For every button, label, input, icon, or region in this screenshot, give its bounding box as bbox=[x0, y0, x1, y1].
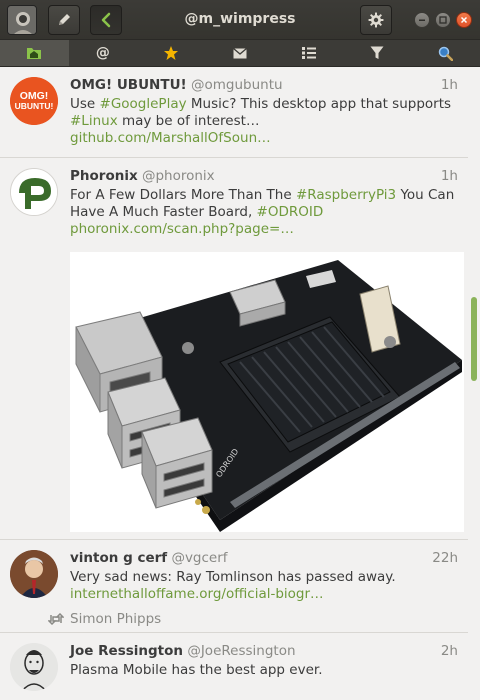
svg-text:UBUNTU!: UBUNTU! bbox=[15, 101, 54, 111]
tweet-time: 1h bbox=[440, 168, 458, 184]
tweet-text-segment: Music? This desktop app that supports bbox=[186, 96, 452, 112]
tab-favorites[interactable] bbox=[137, 40, 206, 66]
timeline-scrollbar[interactable] bbox=[468, 67, 480, 700]
author-name[interactable]: Phoronix bbox=[70, 168, 138, 184]
maximize-button[interactable] bbox=[435, 12, 451, 28]
pencil-icon bbox=[59, 14, 70, 25]
tweet-time: 22h bbox=[432, 550, 458, 566]
back-button[interactable] bbox=[90, 5, 122, 35]
minimize-button[interactable] bbox=[414, 12, 430, 28]
title-bar: @m_wimpress bbox=[0, 0, 480, 40]
author-name[interactable]: Joe Ressington bbox=[70, 643, 183, 659]
list-icon bbox=[301, 47, 316, 59]
mentions-icon: @ bbox=[95, 45, 110, 61]
star-icon bbox=[164, 46, 179, 60]
minimize-icon bbox=[419, 19, 425, 21]
author-handle[interactable]: @vgcerf bbox=[171, 550, 227, 566]
search-icon bbox=[439, 46, 454, 61]
tab-search[interactable] bbox=[411, 40, 480, 66]
hashtag-link[interactable]: #ODROID bbox=[257, 204, 324, 220]
tweet-text: Use #GooglePlay Music? This desktop app … bbox=[70, 96, 456, 147]
tweet-item[interactable]: OMG! UBUNTU! OMG! UBUNTU! @omgubuntu 1h … bbox=[0, 67, 468, 158]
tweet-text-segment: Use bbox=[70, 96, 100, 112]
envelope-icon bbox=[233, 47, 247, 58]
hashtag-link[interactable]: #RaspberryPi3 bbox=[296, 187, 396, 203]
tab-bar: @ bbox=[0, 40, 480, 67]
author-name[interactable]: vinton g cerf bbox=[70, 550, 167, 566]
tweet-item[interactable]: Joe Ressington @JoeRessington 2h Plasma … bbox=[0, 633, 468, 700]
settings-button[interactable] bbox=[360, 5, 392, 35]
hashtag-link[interactable]: #GooglePlay bbox=[100, 96, 187, 112]
tweet-time: 1h bbox=[440, 77, 458, 93]
close-icon bbox=[460, 16, 468, 24]
retweeted-by: Simon Phipps bbox=[70, 611, 162, 627]
tweet-text: Very sad news: Ray Tomlinson has passed … bbox=[70, 569, 456, 603]
author-name[interactable]: OMG! UBUNTU! bbox=[70, 77, 187, 93]
avatar[interactable]: OMG! UBUNTU! bbox=[10, 77, 58, 125]
tweet-item[interactable]: vinton g cerf @vgcerf 22h Very sad news:… bbox=[0, 540, 468, 633]
compose-button[interactable] bbox=[48, 5, 80, 35]
home-icon bbox=[27, 48, 42, 59]
tab-home[interactable] bbox=[0, 40, 69, 66]
gear-icon bbox=[368, 12, 384, 28]
tab-messages[interactable] bbox=[206, 40, 275, 66]
scrollbar-thumb[interactable] bbox=[471, 297, 477, 381]
retweet-icon bbox=[48, 613, 64, 625]
filter-icon bbox=[370, 46, 384, 59]
account-avatar[interactable] bbox=[7, 5, 37, 35]
author-handle[interactable]: @phoronix bbox=[142, 168, 215, 184]
tab-lists[interactable] bbox=[274, 40, 343, 66]
url-link[interactable]: phoronix.com/scan.php?page=… bbox=[70, 221, 294, 237]
timeline[interactable]: OMG! UBUNTU! OMG! UBUNTU! @omgubuntu 1h … bbox=[0, 67, 468, 700]
close-button[interactable] bbox=[456, 12, 472, 28]
author-handle[interactable]: @omgubuntu bbox=[191, 77, 283, 93]
author-handle[interactable]: @JoeRessington bbox=[187, 643, 295, 659]
retweet-info[interactable]: Simon Phipps bbox=[48, 611, 161, 627]
avatar[interactable] bbox=[10, 643, 58, 691]
window-title: @m_wimpress bbox=[184, 11, 296, 27]
chevron-left-icon bbox=[101, 12, 111, 28]
tweet-text-segment: may be of interest… bbox=[117, 113, 260, 129]
avatar[interactable] bbox=[10, 168, 58, 216]
tab-filters[interactable] bbox=[343, 40, 412, 66]
tweet-text-segment: Very sad news: Ray Tomlinson has passed … bbox=[70, 569, 396, 585]
odroid-board-image: ODROID bbox=[70, 252, 464, 532]
tweet-text: For A Few Dollars More Than The #Raspber… bbox=[70, 187, 456, 238]
tab-mentions[interactable]: @ bbox=[69, 40, 138, 66]
url-link[interactable]: internethalloffame.org/official-biogr… bbox=[70, 586, 324, 602]
avatar[interactable] bbox=[10, 550, 58, 598]
tweet-media-image[interactable]: ODROID bbox=[70, 252, 464, 532]
tweet-text-segment: For A Few Dollars More Than The bbox=[70, 187, 296, 203]
tweet-item[interactable]: Phoronix @phoronix 1h For A Few Dollars … bbox=[0, 158, 468, 540]
tweet-text: Plasma Mobile has the best app ever. bbox=[70, 662, 323, 678]
hashtag-link[interactable]: #Linux bbox=[70, 113, 118, 129]
maximize-icon bbox=[439, 16, 447, 24]
tweet-time: 2h bbox=[440, 643, 458, 659]
url-link[interactable]: github.com/MarshallOfSoun… bbox=[70, 130, 271, 146]
